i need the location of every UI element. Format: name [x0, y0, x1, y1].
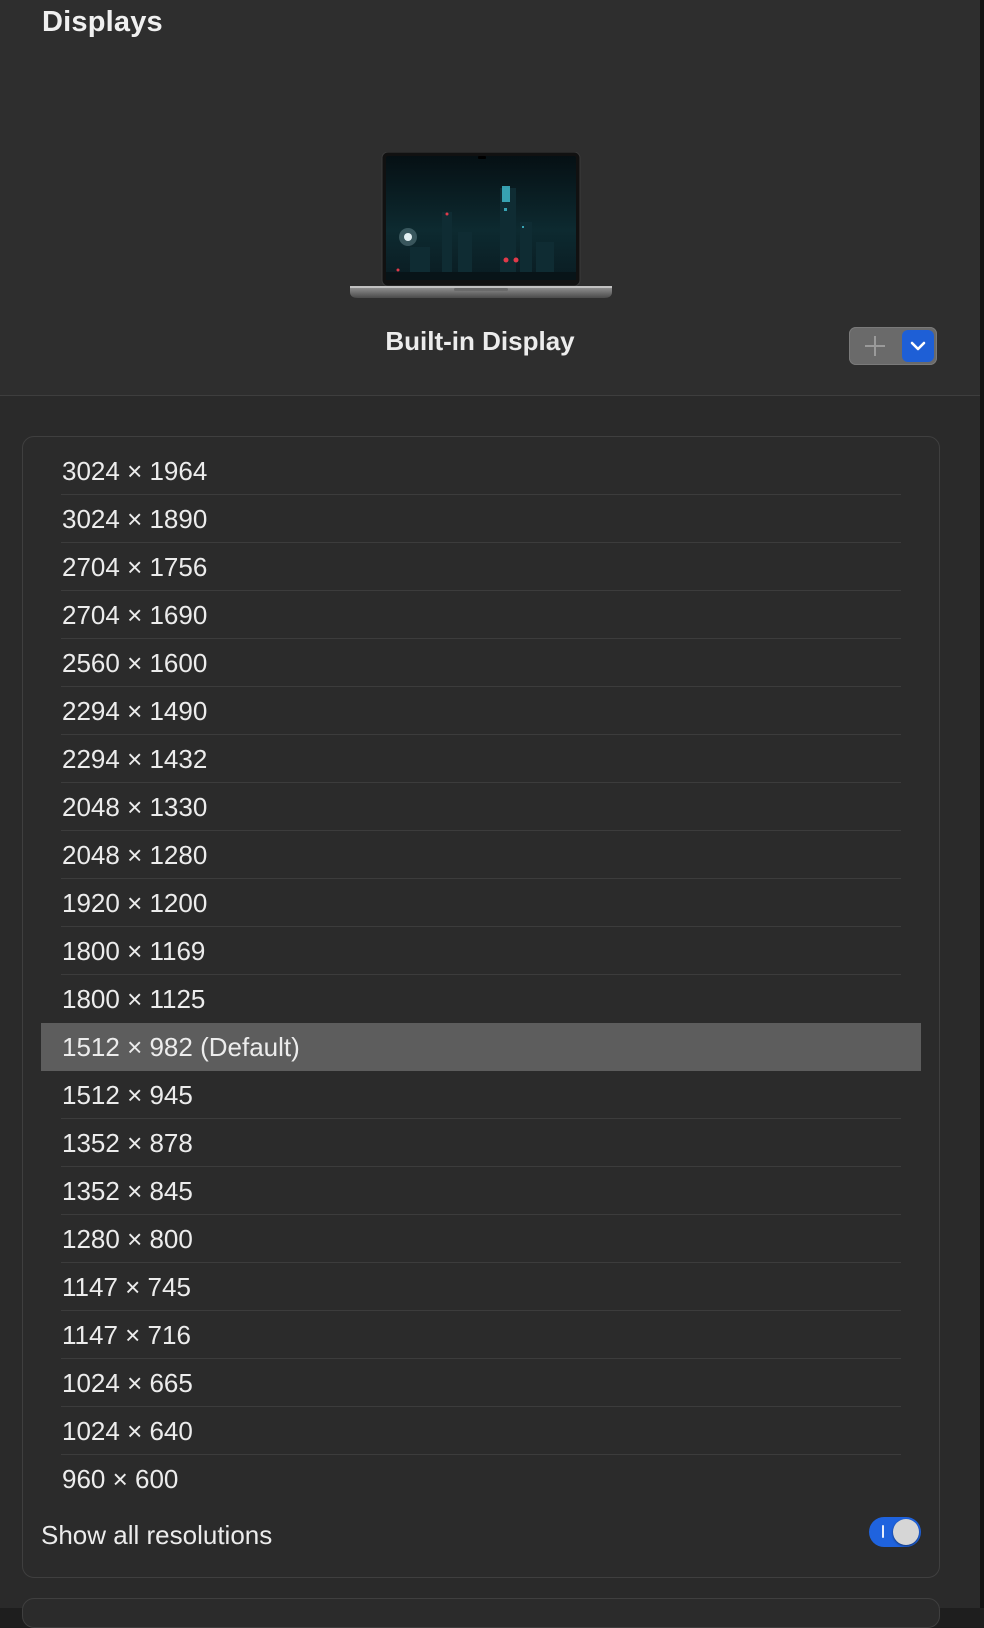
laptop-icon[interactable]: [350, 151, 612, 306]
resolution-item[interactable]: 3024 × 1890: [41, 495, 921, 543]
chevron-down-icon: [910, 341, 926, 351]
resolution-item[interactable]: 1800 × 1125: [41, 975, 921, 1023]
resolution-item[interactable]: 1147 × 716: [41, 1311, 921, 1359]
resolution-item-default[interactable]: 1512 × 982 (Default): [41, 1023, 921, 1071]
resolution-item[interactable]: 1920 × 1200: [41, 879, 921, 927]
next-settings-panel: [22, 1598, 940, 1628]
resolution-item[interactable]: 1024 × 640: [41, 1407, 921, 1455]
resolution-item[interactable]: 3024 × 1964: [41, 447, 921, 495]
resolution-item[interactable]: 2048 × 1280: [41, 831, 921, 879]
toggle-on-mark: [882, 1525, 884, 1538]
page-title: Displays: [42, 6, 163, 38]
display-add-group: [849, 327, 937, 365]
display-options-button[interactable]: [902, 330, 934, 362]
resolution-item[interactable]: 1280 × 800: [41, 1215, 921, 1263]
resolution-item[interactable]: 2294 × 1490: [41, 687, 921, 735]
window-edge: [980, 0, 984, 1608]
resolution-item[interactable]: 1512 × 945: [41, 1071, 921, 1119]
toggle-knob: [893, 1519, 919, 1545]
plus-icon: [865, 336, 885, 356]
show-all-resolutions-toggle[interactable]: [869, 1517, 921, 1547]
resolution-item[interactable]: 2048 × 1330: [41, 783, 921, 831]
resolution-panel: 3024 × 1964 3024 × 1890 2704 × 1756 2704…: [22, 436, 940, 1578]
resolution-item[interactable]: 1800 × 1169: [41, 927, 921, 975]
resolution-item[interactable]: 1147 × 745: [41, 1263, 921, 1311]
resolution-item[interactable]: 1024 × 665: [41, 1359, 921, 1407]
resolution-item[interactable]: 2704 × 1690: [41, 591, 921, 639]
displays-window: Displays Built-in Display 3024 × 1964 30…: [0, 0, 980, 1628]
add-display-button[interactable]: [849, 327, 901, 365]
display-name: Built-in Display: [385, 326, 575, 356]
show-all-resolutions-label: Show all resolutions: [41, 1520, 273, 1550]
resolution-item[interactable]: 2560 × 1600: [41, 639, 921, 687]
resolution-item[interactable]: 2294 × 1432: [41, 735, 921, 783]
resolution-item[interactable]: 960 × 600: [41, 1455, 921, 1503]
display-header: Displays Built-in Display: [0, 0, 980, 396]
resolution-item[interactable]: 1352 × 878: [41, 1119, 921, 1167]
resolution-item[interactable]: 1352 × 845: [41, 1167, 921, 1215]
resolution-item[interactable]: 2704 × 1756: [41, 543, 921, 591]
resolution-list: 3024 × 1964 3024 × 1890 2704 × 1756 2704…: [41, 447, 921, 1503]
